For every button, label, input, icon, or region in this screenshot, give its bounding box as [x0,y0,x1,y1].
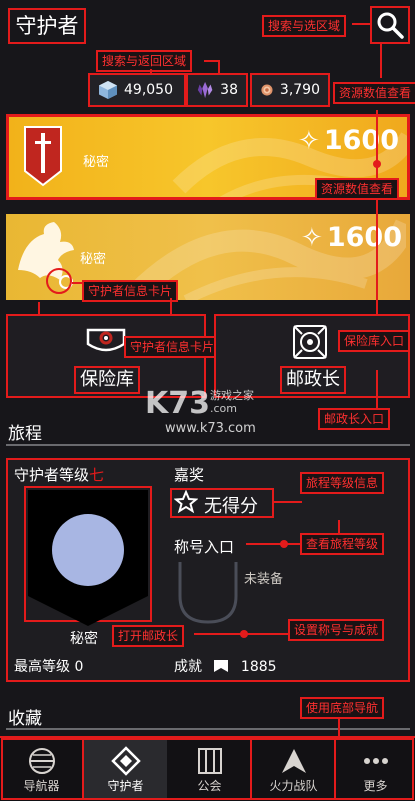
card-2-points: ✧ 1600 [301,222,402,253]
annotation-info-card-2: 守护者信息卡片 [124,336,221,358]
watermark-url: www.k73.com [165,421,256,436]
annotation-search: 搜索与选区域 [262,15,347,37]
journey-secret-label: 秘密 [70,631,98,647]
triumph-score: 成就 1885 [174,659,277,675]
annotation-use-nav: 使用底部导航 [300,697,385,719]
title-emblem-slot[interactable] [178,560,238,624]
sword-emblem-icon [24,126,62,187]
card-2-label: 秘密 [80,252,107,267]
annotation-view-journey: 查看旅程等级 [300,533,385,555]
star-outline-icon [174,490,198,514]
resource-bright-dust[interactable]: 38 [186,73,248,107]
max-level: 最高等级 0 [14,659,84,675]
page-title: 守护者 [8,8,86,44]
annotation-open-post: 打开邮政长 [112,625,185,647]
triumph-star-icon: ✧ [301,223,323,253]
vault-icon [86,328,126,352]
collections-section-title: 收藏 [8,709,42,729]
resource-silver[interactable]: 3,790 [250,73,330,107]
glimmer-cube-icon [99,81,117,99]
reward-value: 无得分 [204,496,258,517]
nav-highlight [1,738,414,800]
triumph-banner-icon [214,660,229,672]
guardian-rank-shield [28,490,148,626]
card-1-label: 秘密 [83,155,110,170]
annotation-journey-info: 旅程等级信息 [300,472,385,494]
search-highlight [370,6,410,44]
annotation-info-card-1: 守护者信息卡片 [82,280,179,302]
watermark-text: 游戏之家 .com [210,389,254,415]
guardian-level-label: 守护者等级七 [14,466,105,484]
silver-coin-icon [261,84,273,96]
reward-label: 嘉奖 [174,466,205,484]
bright-dust-icon [197,81,213,99]
card-1-points: ✧ 1600 [298,125,399,156]
resource-glimmer[interactable]: 49,050 [88,73,186,107]
resource-silver-value: 3,790 [279,82,320,98]
annotation-vault-entry: 保险库入口 [338,330,411,352]
title-entry-label: 称号入口 [174,538,235,556]
journey-section-title: 旅程 [8,424,42,444]
postmaster-label: 邮政长 [280,366,346,394]
resource-glimmer-value: 49,050 [124,82,173,98]
postmaster-icon [293,325,327,359]
triumph-star-icon: ✧ [298,126,320,156]
annotation-set-title: 设置称号与成就 [288,619,385,641]
unequipped-label: 未装备 [244,572,284,587]
watermark-logo: K73 [145,386,210,421]
annotation-res-view-2: 资源数值查看 [315,178,400,200]
annotation-res-view-1: 资源数值查看 [333,82,415,104]
resource-bright-dust-value: 38 [220,82,238,98]
vault-label: 保险库 [74,366,140,394]
annotation-search-back: 搜索与返回区域 [96,50,193,72]
emblem-highlight [46,268,72,294]
annotation-post-entry: 邮政长入口 [318,408,391,430]
